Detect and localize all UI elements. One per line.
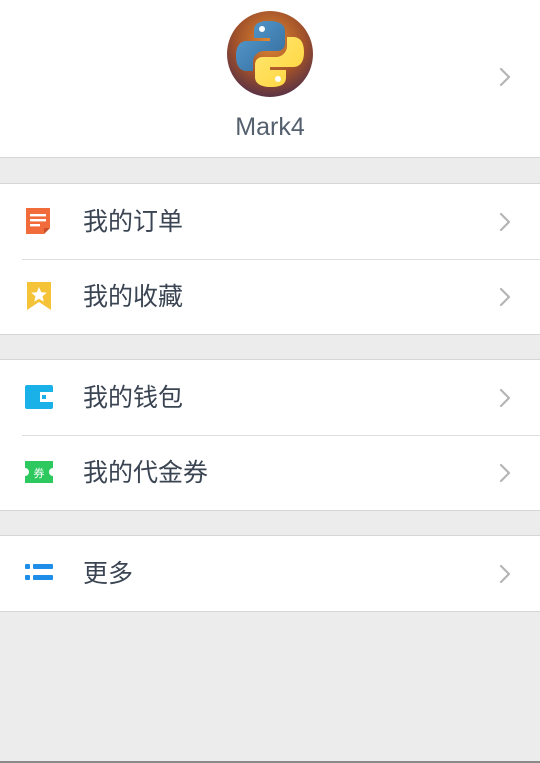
menu-group-more: 更多 [0, 535, 540, 612]
wallet-icon [24, 382, 54, 412]
favorite-icon [24, 281, 54, 311]
menu-item-label: 我的订单 [83, 207, 184, 236]
avatar[interactable] [227, 11, 313, 97]
chevron-right-icon [498, 287, 512, 307]
chevron-right-icon [498, 463, 512, 483]
menu-group-wallet: 我的钱包 券 我的代金券 [0, 359, 540, 511]
menu-item-label: 我的代金券 [83, 458, 209, 487]
menu-item-label: 我的钱包 [83, 383, 184, 412]
username: Mark4 [235, 113, 305, 141]
menu-item-more[interactable]: 更多 [0, 536, 540, 611]
menu-item-wallet[interactable]: 我的钱包 [0, 360, 540, 435]
chevron-right-icon [498, 564, 512, 584]
chevron-right-icon [498, 67, 512, 87]
menu-item-label: 更多 [83, 559, 134, 588]
menu-item-label: 我的收藏 [83, 282, 184, 311]
coupon-icon: 券 [24, 457, 54, 487]
more-list-icon [24, 558, 54, 588]
menu-item-favorites[interactable]: 我的收藏 [0, 259, 540, 334]
python-logo-icon [227, 11, 313, 97]
profile-header[interactable]: Mark4 [0, 0, 540, 158]
coupon-badge: 券 [34, 466, 45, 480]
chevron-right-icon [498, 388, 512, 408]
menu-item-coupons[interactable]: 券 我的代金券 [0, 435, 540, 510]
menu-item-orders[interactable]: 我的订单 [0, 184, 540, 259]
chevron-right-icon [498, 212, 512, 232]
menu-group-orders: 我的订单 我的收藏 [0, 183, 540, 335]
order-icon [24, 206, 54, 236]
